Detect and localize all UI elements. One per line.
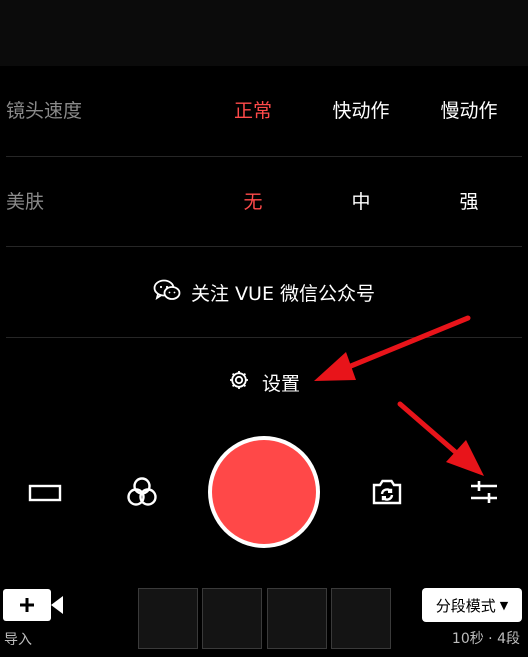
arrow-head — [446, 440, 484, 476]
camera-settings-screen: 镜头速度 正常 快动作 慢动作 美肤 无 中 强 关注 VUE 微信公众号 设置… — [0, 0, 528, 657]
arrow-head — [314, 352, 356, 381]
arrow-to-settings — [343, 315, 471, 371]
arrow-to-adjust — [397, 401, 463, 459]
annotation-arrows — [314, 315, 484, 476]
